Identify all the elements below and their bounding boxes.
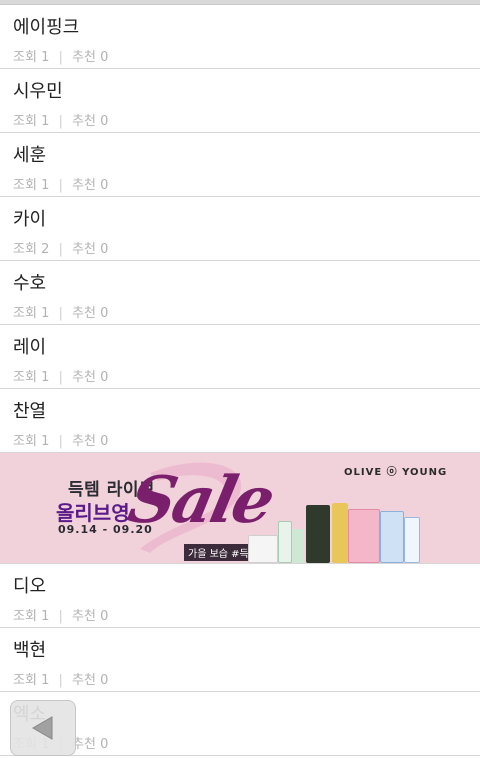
- item-meta: 조회 1 | 추천 0: [13, 366, 467, 385]
- views-label: 조회: [13, 306, 37, 321]
- views-label: 조회: [13, 114, 37, 129]
- ad-banner[interactable]: 득템 라이브 올리브영 09.14 - 09.20 Sale OLIVE ⓞ Y…: [0, 453, 480, 564]
- views-count: 1: [41, 50, 50, 65]
- item-title: 수호: [13, 273, 47, 294]
- views-count: 1: [41, 306, 50, 321]
- list-item[interactable]: 시우민 조회 1 | 추천 0: [0, 69, 480, 133]
- likes-count: 0: [100, 178, 109, 193]
- meta-separator: |: [58, 114, 63, 129]
- likes-count: 0: [100, 673, 109, 688]
- likes-count: 0: [100, 434, 109, 449]
- likes-label: 추천: [72, 178, 96, 193]
- views-count: 2: [41, 242, 50, 257]
- item-title: 백현: [13, 640, 47, 661]
- likes-count: 0: [100, 114, 109, 129]
- views-label: 조회: [13, 370, 37, 385]
- list-item[interactable]: 세훈 조회 1 | 추천 0: [0, 133, 480, 197]
- item-meta: 조회 1 | 추천 0: [13, 605, 467, 624]
- views-count: 1: [41, 609, 50, 624]
- item-meta: 조회 1 | 추천 0: [13, 669, 467, 688]
- likes-count: 0: [100, 737, 109, 752]
- item-title: 카이: [13, 209, 47, 230]
- likes-count: 0: [100, 50, 109, 65]
- views-label: 조회: [13, 434, 37, 449]
- item-title: 시우민: [13, 81, 63, 102]
- views-count: 1: [41, 370, 50, 385]
- meta-separator: |: [58, 178, 63, 193]
- list-item[interactable]: 백현 조회 1 | 추천 0: [0, 628, 480, 692]
- likes-count: 0: [100, 306, 109, 321]
- product-pink-box-icon: [348, 509, 380, 563]
- meta-separator: |: [58, 673, 63, 688]
- item-title: 세훈: [13, 145, 47, 166]
- item-meta: 조회 1 | 추천 0: [13, 430, 467, 449]
- meta-separator: |: [58, 242, 63, 257]
- back-arrow-icon: [32, 716, 53, 740]
- product-jar-icon: [248, 535, 278, 563]
- views-label: 조회: [13, 673, 37, 688]
- item-title: 레이: [13, 337, 47, 358]
- product-small-bottle-icon: [292, 529, 304, 563]
- product-serum-bottle-icon: [332, 503, 348, 563]
- likes-label: 추천: [72, 114, 96, 129]
- item-title: 엑소: [13, 704, 467, 728]
- product-pump-bottle-icon: [404, 517, 420, 563]
- banner-sale-text: Sale: [122, 463, 279, 538]
- likes-label: 추천: [72, 306, 96, 321]
- item-meta: 조회 1 | 추천 0: [13, 110, 467, 129]
- item-meta: 조회 1 | 추천 0: [13, 174, 467, 193]
- likes-label: 추천: [72, 609, 96, 624]
- meta-separator: |: [58, 609, 63, 624]
- views-label: 조회: [13, 178, 37, 193]
- item-title: 찬열: [13, 401, 47, 422]
- views-count: 1: [41, 434, 50, 449]
- list-item[interactable]: 에이핑크 조회 1 | 추천 0: [0, 5, 480, 69]
- post-list-top: 에이핑크 조회 1 | 추천 0 시우민 조회 1 | 추천 0 세훈 조회 1…: [0, 5, 480, 453]
- list-item[interactable]: 수호 조회 1 | 추천 0: [0, 261, 480, 325]
- back-button[interactable]: [10, 700, 76, 756]
- meta-separator: |: [58, 50, 63, 65]
- views-count: 1: [41, 114, 50, 129]
- item-meta: 조회 1 | 추천 0: [13, 302, 467, 321]
- item-title: 에이핑크: [13, 17, 80, 38]
- product-dark-bottle-icon: [306, 505, 330, 563]
- likes-count: 0: [100, 242, 109, 257]
- list-item[interactable]: 디오 조회 1 | 추천 0: [0, 564, 480, 628]
- olive-young-logo: OLIVE ⓞ YOUNG: [344, 467, 448, 478]
- item-meta: 조회 1 | 추천 0: [13, 46, 467, 65]
- likes-label: 추천: [72, 242, 96, 257]
- item-title: 디오: [13, 576, 47, 597]
- likes-label: 추천: [72, 50, 96, 65]
- likes-count: 0: [100, 609, 109, 624]
- views-count: 1: [41, 178, 50, 193]
- item-meta: 조회 2 | 추천 0: [13, 238, 467, 257]
- likes-label: 추천: [72, 673, 96, 688]
- meta-separator: |: [58, 306, 63, 321]
- list-item[interactable]: 찬열 조회 1 | 추천 0: [0, 389, 480, 453]
- meta-separator: |: [58, 434, 63, 449]
- likes-label: 추천: [72, 434, 96, 449]
- likes-count: 0: [100, 370, 109, 385]
- likes-label: 추천: [72, 370, 96, 385]
- meta-separator: |: [58, 370, 63, 385]
- product-tube-icon: [278, 521, 292, 563]
- list-item[interactable]: 카이 조회 2 | 추천 0: [0, 197, 480, 261]
- views-label: 조회: [13, 242, 37, 257]
- views-count: 1: [41, 673, 50, 688]
- item-meta: 조회 1 | 추천 0: [13, 733, 467, 752]
- views-label: 조회: [13, 50, 37, 65]
- views-label: 조회: [13, 609, 37, 624]
- banner-store-name: 올리브영: [56, 501, 130, 525]
- list-item[interactable]: 레이 조회 1 | 추천 0: [0, 325, 480, 389]
- product-blue-box-icon: [380, 511, 404, 563]
